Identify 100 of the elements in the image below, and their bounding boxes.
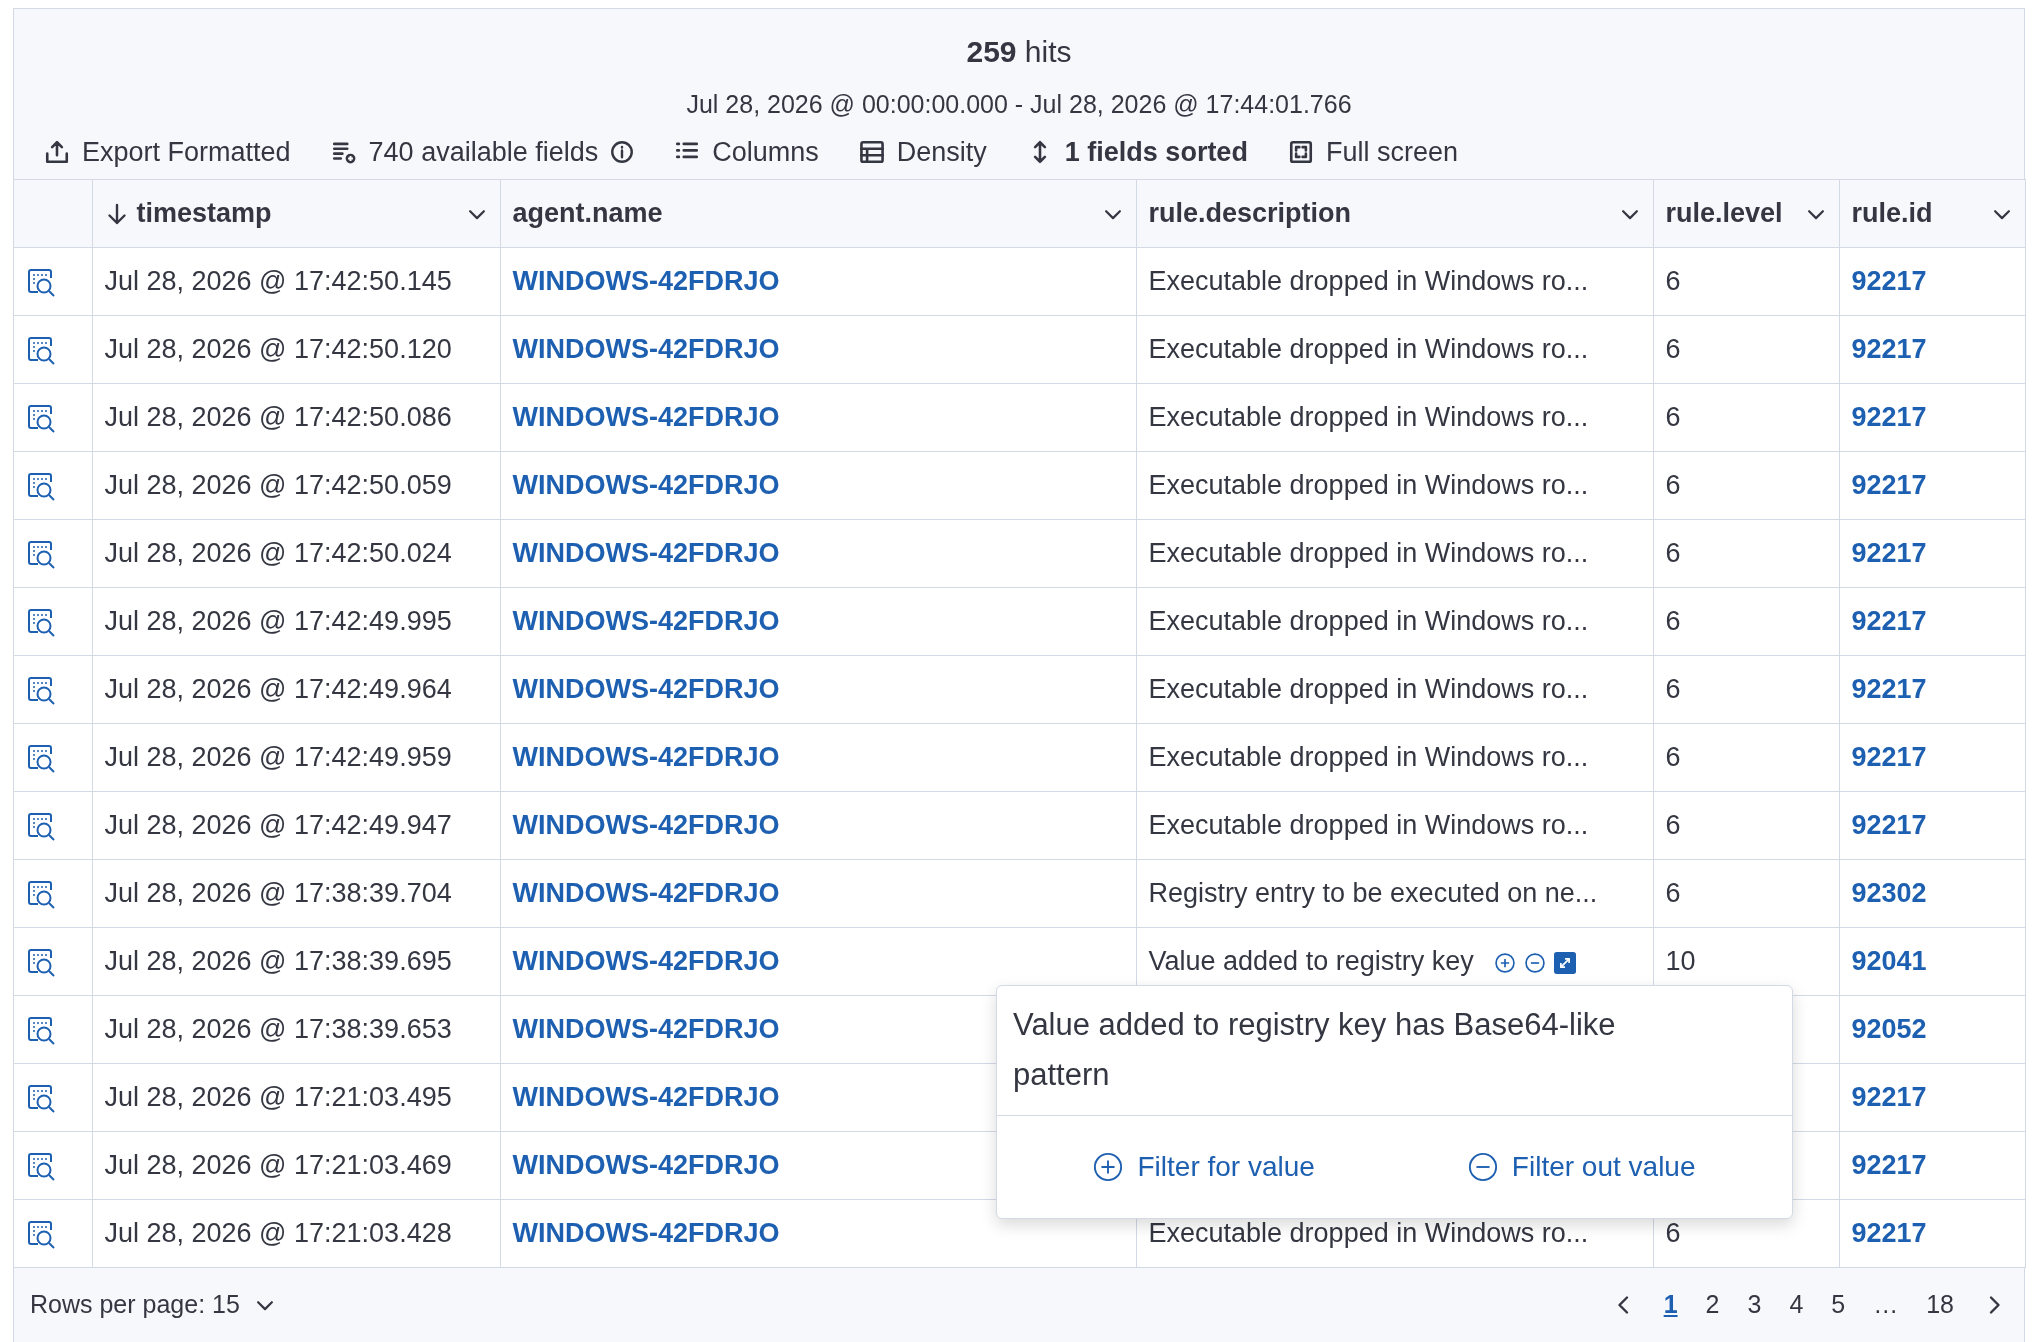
table-cell: Jul 28, 2026 @ 17:21:03.469 — [92, 1131, 500, 1200]
page-button[interactable]: … — [1873, 1286, 1899, 1324]
agent-link[interactable]: WINDOWS-42FDRJO — [512, 334, 780, 365]
agent-link[interactable]: WINDOWS-42FDRJO — [512, 1014, 780, 1045]
table-cell: Jul 28, 2026 @ 17:42:50.024 — [92, 519, 500, 588]
rule-id-link[interactable]: 92052 — [1851, 1014, 1927, 1045]
rule-id-link[interactable]: 92217 — [1851, 266, 1927, 297]
fullscreen-button[interactable]: Full screen — [1287, 131, 1458, 172]
page-button[interactable]: 5 — [1831, 1286, 1846, 1324]
agent-link[interactable]: WINDOWS-42FDRJO — [512, 470, 780, 501]
table-icon — [858, 138, 885, 165]
table-cell: 6 — [1653, 247, 1839, 316]
description-text: Executable dropped in Windows ro... — [1148, 810, 1589, 841]
rule-id-link[interactable]: 92217 — [1851, 334, 1927, 365]
agent-link[interactable]: WINDOWS-42FDRJO — [512, 946, 780, 977]
table-cell: Jul 28, 2026 @ 17:42:50.086 — [92, 383, 500, 452]
zoom-out-icon[interactable] — [1523, 952, 1546, 975]
hits-count: 259 hits — [966, 34, 1072, 70]
table-cell: Jul 28, 2026 @ 17:42:49.995 — [92, 587, 500, 656]
table-cell: Jul 28, 2026 @ 17:42:50.145 — [92, 247, 500, 316]
column-header[interactable]: timestamp — [92, 179, 500, 248]
table-cell: 6 — [1653, 519, 1839, 588]
description-text: Executable dropped in Windows ro... — [1148, 674, 1589, 705]
table-cell: 6 — [1653, 791, 1839, 860]
table-cell: 6 — [1653, 315, 1839, 384]
rule-id-link[interactable]: 92217 — [1851, 402, 1927, 433]
fullscreen-icon — [1287, 138, 1314, 165]
agent-link[interactable]: WINDOWS-42FDRJO — [512, 606, 780, 637]
description-text: Registry entry to be executed on ne... — [1148, 878, 1598, 909]
description-text: Executable dropped in Windows ro... — [1148, 1218, 1589, 1249]
columns-button[interactable]: Columns — [674, 131, 819, 172]
page-button[interactable]: 2 — [1705, 1286, 1720, 1324]
export-button[interactable]: Export Formatted — [44, 131, 291, 172]
description-text: Executable dropped in Windows ro... — [1148, 538, 1589, 569]
rule-id-link[interactable]: 92217 — [1851, 1150, 1927, 1181]
rule-id-link[interactable]: 92041 — [1851, 946, 1927, 977]
description-text: Executable dropped in Windows ro... — [1148, 606, 1589, 637]
agent-link[interactable]: WINDOWS-42FDRJO — [512, 402, 780, 433]
column-header[interactable]: rule.level — [1653, 179, 1839, 248]
page-button[interactable]: 3 — [1747, 1286, 1762, 1324]
minus-circle-icon — [1467, 1152, 1498, 1183]
rule-id-link[interactable]: 92217 — [1851, 810, 1927, 841]
table-cell: Jul 28, 2026 @ 17:38:39.695 — [92, 927, 500, 996]
agent-link[interactable]: WINDOWS-42FDRJO — [512, 1082, 780, 1113]
table-cell: Jul 28, 2026 @ 17:21:03.495 — [92, 1063, 500, 1132]
expand-icon[interactable] — [1553, 952, 1576, 975]
plus-circle-icon — [1093, 1152, 1124, 1183]
page-button[interactable]: 18 — [1926, 1286, 1954, 1324]
page-button[interactable]: 1 — [1663, 1286, 1678, 1324]
column-header[interactable]: rule.description — [1136, 179, 1653, 248]
column-header[interactable]: rule.id — [1839, 179, 2025, 248]
description-text: Value added to registry key — [1148, 946, 1474, 977]
page-button[interactable]: 4 — [1789, 1286, 1804, 1324]
table-cell: 6 — [1653, 655, 1839, 724]
agent-link[interactable]: WINDOWS-42FDRJO — [512, 1150, 780, 1181]
rule-id-link[interactable]: 92217 — [1851, 674, 1927, 705]
agent-link[interactable]: WINDOWS-42FDRJO — [512, 674, 780, 705]
rule-id-link[interactable]: 92217 — [1851, 1218, 1927, 1249]
rows-per-page-button[interactable]: Rows per page: 15 — [30, 1286, 276, 1324]
filter-out-button[interactable]: Filter out value — [1467, 1146, 1696, 1189]
rule-id-link[interactable]: 92217 — [1851, 606, 1927, 637]
rule-id-link[interactable]: 92217 — [1851, 1082, 1927, 1113]
column-header[interactable]: agent.name — [500, 179, 1136, 248]
fields-button[interactable]: 740 available fields — [330, 131, 635, 172]
description-text: Executable dropped in Windows ro... — [1148, 470, 1589, 501]
table-cell: Jul 28, 2026 @ 17:42:50.059 — [92, 451, 500, 520]
rule-id-link[interactable]: 92217 — [1851, 538, 1927, 569]
agent-link[interactable]: WINDOWS-42FDRJO — [512, 742, 780, 773]
description-text: Executable dropped in Windows ro... — [1148, 742, 1589, 773]
rule-id-link[interactable]: 92302 — [1851, 878, 1927, 909]
table-cell: 6 — [1653, 587, 1839, 656]
table-cell: Jul 28, 2026 @ 17:42:50.120 — [92, 315, 500, 384]
table-cell: Jul 28, 2026 @ 17:42:49.947 — [92, 791, 500, 860]
density-button[interactable]: Density — [858, 131, 987, 172]
sort-button[interactable]: 1 fields sorted — [1026, 131, 1248, 172]
rule-id-link[interactable]: 92217 — [1851, 470, 1927, 501]
table-cell: Jul 28, 2026 @ 17:42:49.964 — [92, 655, 500, 724]
zoom-in-icon[interactable] — [1493, 952, 1516, 975]
agent-link[interactable]: WINDOWS-42FDRJO — [512, 538, 780, 569]
table-cell: 6 — [1653, 451, 1839, 520]
time-range: Jul 28, 2026 @ 00:00:00.000 - Jul 28, 2026 @ 17:44:01.766 — [686, 89, 1352, 120]
table-cell: Jul 28, 2026 @ 17:21:03.428 — [92, 1199, 500, 1268]
agent-link[interactable]: WINDOWS-42FDRJO — [512, 810, 780, 841]
description-text: Executable dropped in Windows ro... — [1148, 266, 1589, 297]
table-cell: Jul 28, 2026 @ 17:38:39.704 — [92, 859, 500, 928]
popover-text: Value added to registry key has Base64-like pattern — [997, 986, 1792, 1117]
info-icon — [610, 139, 635, 164]
description-text: Executable dropped in Windows ro... — [1148, 334, 1589, 365]
rule-id-link[interactable]: 92217 — [1851, 742, 1927, 773]
filter-for-button[interactable]: Filter for value — [1093, 1146, 1315, 1189]
agent-link[interactable]: WINDOWS-42FDRJO — [512, 1218, 780, 1249]
table-cell: 6 — [1653, 859, 1839, 928]
table-cell: Jul 28, 2026 @ 17:42:49.959 — [92, 723, 500, 792]
upload-icon — [44, 138, 70, 165]
table-cell: 6 — [1653, 723, 1839, 792]
description-text: Executable dropped in Windows ro... — [1148, 402, 1589, 433]
table-cell: Jul 28, 2026 @ 17:38:39.653 — [92, 995, 500, 1064]
agent-link[interactable]: WINDOWS-42FDRJO — [512, 878, 780, 909]
table-cell: 6 — [1653, 383, 1839, 452]
agent-link[interactable]: WINDOWS-42FDRJO — [512, 266, 780, 297]
